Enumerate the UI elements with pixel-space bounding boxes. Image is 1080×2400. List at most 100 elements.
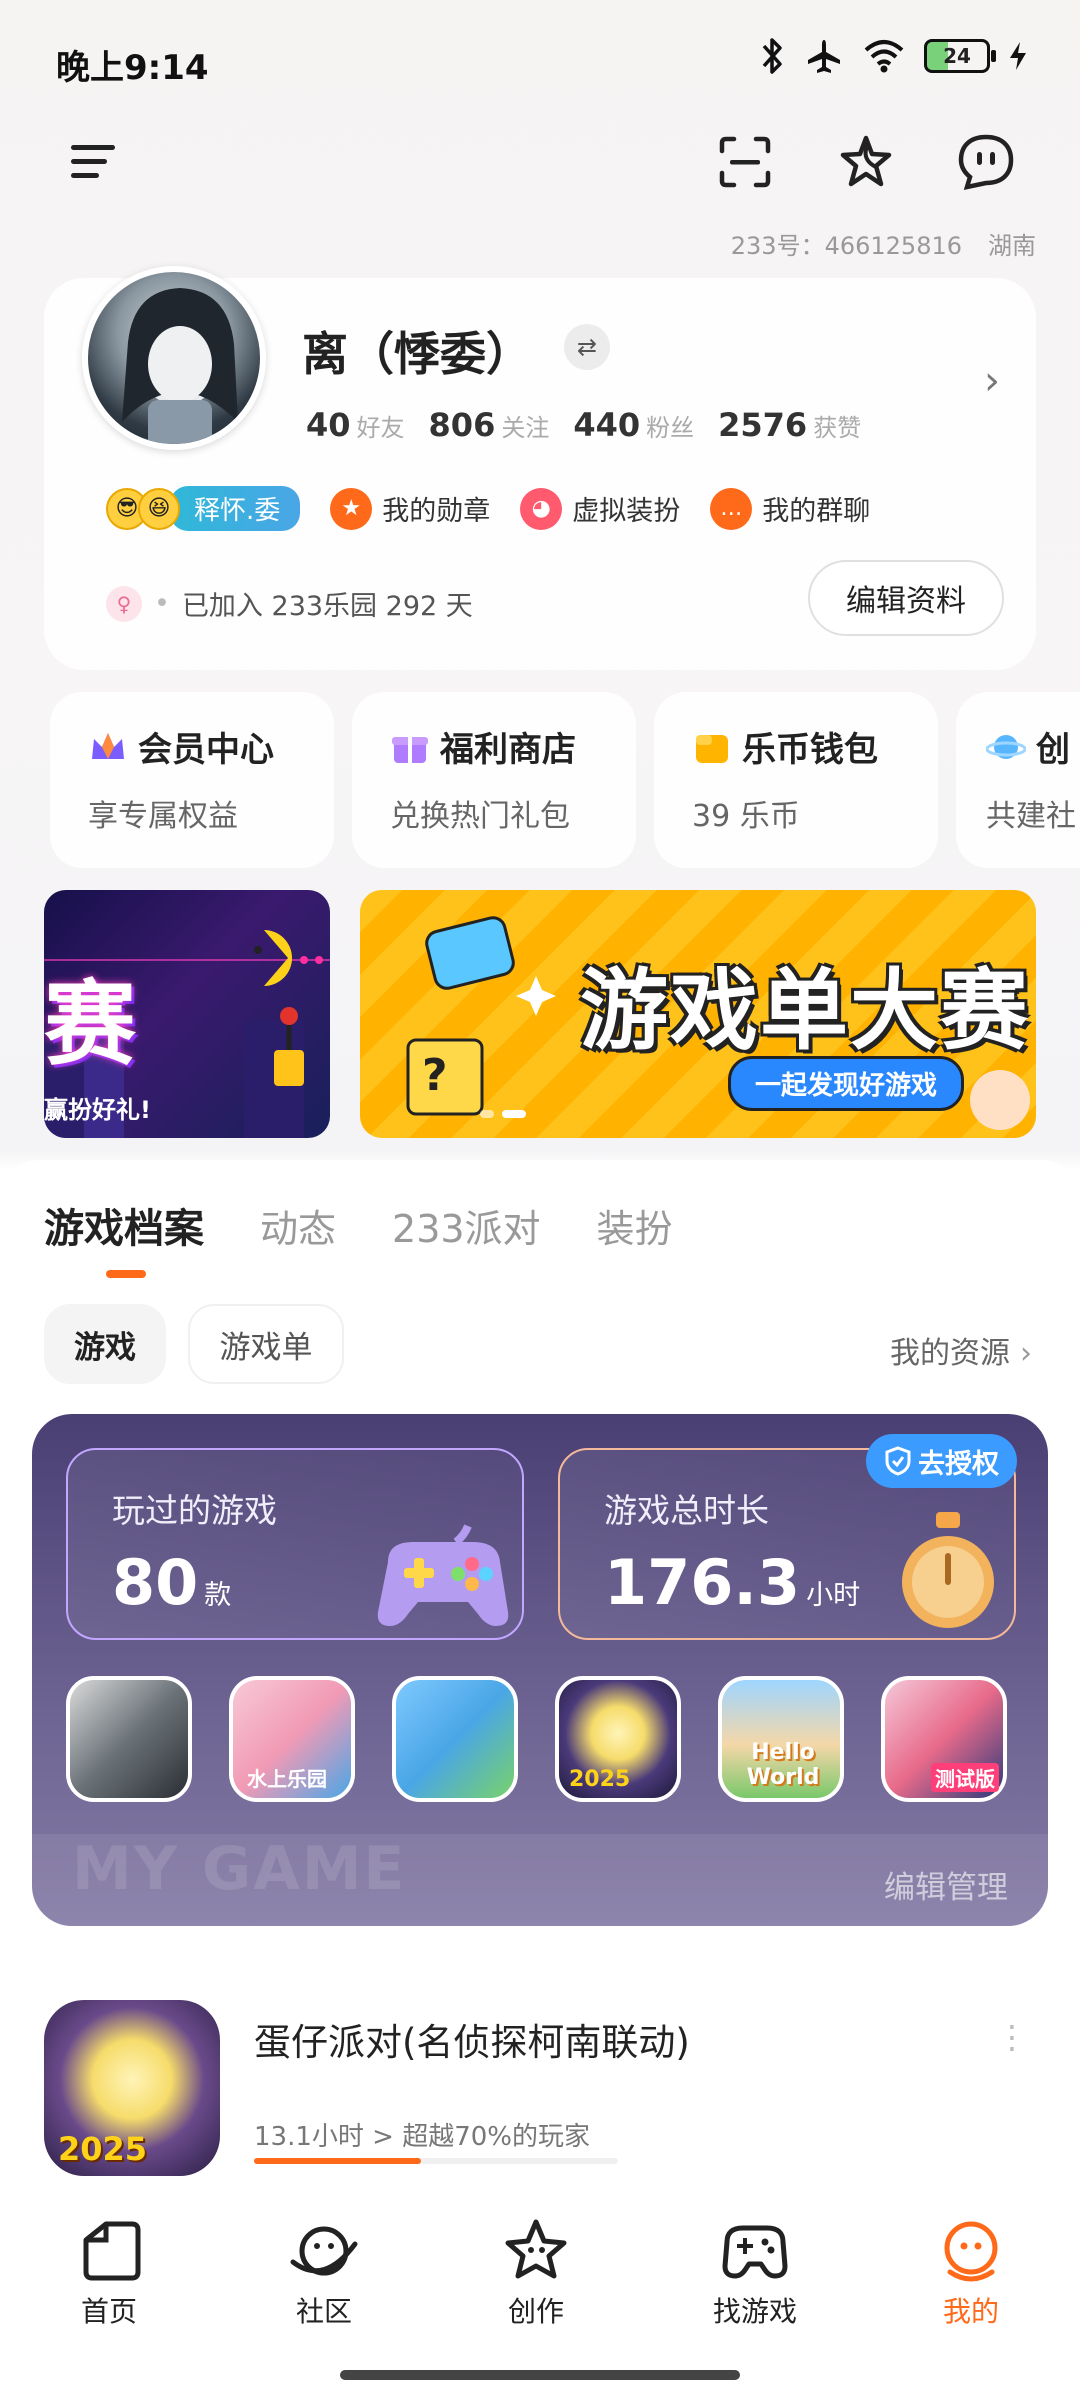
scan-button[interactable] (705, 122, 785, 202)
name-badge[interactable]: 😎 😆 释怀.委 (106, 486, 301, 531)
svg-text:?: ? (422, 1050, 448, 1101)
quick-link-label: 我的勋章 (382, 496, 491, 527)
nav-home[interactable]: 首页 (34, 2216, 184, 2330)
service-card-shop[interactable]: 福利商店 兑换热门礼包 (352, 692, 636, 868)
tab-costume[interactable]: 装扮 (597, 1198, 673, 1253)
home-icon (83, 2221, 141, 2281)
my-resources-link[interactable]: 我的资源 › (890, 1328, 1032, 1372)
chip-games[interactable]: 游戏 (44, 1304, 166, 1384)
quick-link-label: 我的群聊 (762, 496, 871, 527)
female-gender-icon: ♀ (106, 585, 142, 622)
active-tab-indicator (106, 1270, 146, 1278)
played-games-box[interactable]: 玩过的游戏 80 款 (66, 1448, 524, 1640)
status-icons: 24 (758, 36, 1028, 76)
menu-icon (71, 145, 115, 178)
community-planet-icon (290, 2226, 358, 2276)
tab-game-archive[interactable]: 游戏档案 (44, 1196, 204, 1254)
service-title: 乐币钱包 (742, 730, 878, 770)
service-title: 福利商店 (440, 730, 576, 770)
profile-tabs: 游戏档案 动态 233派对 装扮 (44, 1196, 673, 1254)
stat-value: 440 (573, 406, 641, 444)
smile-emoji-icon: 😆 (138, 487, 180, 530)
create-star-icon (505, 2219, 567, 2279)
edit-profile-button[interactable]: 编辑资料 (808, 560, 1004, 636)
account-id: 233号：466125816 (730, 232, 962, 260)
game-thumbnail[interactable] (392, 1676, 518, 1802)
badge-row: 😎 😆 释怀.委 ★ 我的勋章 ◕ 虚拟装扮 … 我的群聊 (106, 486, 870, 531)
banner-big-subtitle: 一起发现好游戏 (728, 1056, 965, 1111)
game-thumbnail[interactable] (66, 1676, 192, 1802)
messages-button[interactable] (946, 122, 1026, 202)
recent-game-progress (254, 2158, 618, 2164)
stopwatch-icon (902, 1512, 994, 1628)
chat-icon (958, 134, 1014, 190)
progress-fill (254, 2158, 422, 2164)
battery-level: 24 (943, 44, 971, 68)
play-time-value: 176.3 (604, 1546, 801, 1619)
event-banner-small[interactable]: 赛 赢扮好礼! (44, 890, 330, 1138)
profile-icon (944, 2221, 998, 2282)
shield-check-icon (885, 1446, 911, 1476)
tab-party[interactable]: 233派对 (392, 1198, 541, 1253)
nav-label: 创作 (507, 2295, 564, 2328)
avatar[interactable] (82, 266, 266, 450)
nav-me[interactable]: 我的 (896, 2216, 1046, 2330)
edit-manage-button[interactable]: 编辑管理 (884, 1862, 1008, 1907)
service-card-vip[interactable]: 会员中心 享专属权益 (50, 692, 334, 868)
stat-likes[interactable]: 2576 获赞 (718, 406, 861, 444)
switch-account-button[interactable]: ⇄ (564, 324, 610, 370)
switch-icon: ⇄ (576, 333, 598, 361)
game-thumbnail[interactable]: 2025 (555, 1676, 681, 1802)
dot-separator: • (154, 588, 170, 619)
game-thumbnail[interactable]: Hello World (718, 1676, 844, 1802)
medal-icon: ★ (330, 487, 373, 530)
game-thumbnail[interactable]: 水上乐园 (229, 1676, 355, 1802)
recent-game-icon[interactable]: 2025 (44, 2000, 220, 2176)
service-subtitle: 兑换热门礼包 (390, 799, 570, 834)
stat-following[interactable]: 806 关注 (429, 406, 550, 444)
more-options-icon[interactable]: ⋮ (996, 2018, 1028, 2056)
game-thumbnail-label: 水上乐园 (247, 1767, 327, 1791)
authorize-button[interactable]: 去授权 (866, 1434, 1017, 1488)
play-time-unit: 小时 (806, 1580, 861, 1611)
home-indicator[interactable] (340, 2370, 740, 2380)
account-info: 233号：466125816 湖南 (731, 226, 1036, 261)
battery-icon: 24 (924, 39, 996, 73)
profile-detail-chevron[interactable]: › (984, 358, 1000, 404)
gift-icon (392, 736, 428, 763)
nav-find-games[interactable]: 找游戏 (680, 2216, 830, 2330)
stat-fans[interactable]: 440 粉丝 (573, 406, 694, 444)
recent-game-title[interactable]: 蛋仔派对(名侦探柯南联动) (254, 2012, 690, 2066)
service-card-wallet[interactable]: 乐币钱包 39 乐币 (654, 692, 938, 868)
group-chat-link[interactable]: … 我的群聊 (710, 487, 871, 530)
stat-value: 40 (306, 406, 351, 444)
event-banner-game-list[interactable]: ? 游戏单大赛 一起发现好游戏 (360, 890, 1036, 1138)
stat-value: 2576 (718, 406, 808, 444)
recent-game-icon-label: 2025 (58, 2130, 148, 2168)
profile-card: 离（悸委） ⇄ › 40 好友 806 关注 440 粉丝 2576 获赞 😎 😆 释怀… (44, 266, 1036, 670)
cat-costume-icon: ◕ (520, 487, 563, 530)
stat-friends[interactable]: 40 好友 (306, 406, 405, 444)
nav-label: 找游戏 (712, 2295, 797, 2328)
nav-community[interactable]: 社区 (249, 2216, 399, 2330)
game-thumbnail[interactable]: 测试版 (881, 1676, 1007, 1802)
chip-game-lists[interactable]: 游戏单 (188, 1304, 344, 1384)
favorites-button[interactable] (826, 122, 906, 202)
menu-button[interactable] (54, 122, 134, 202)
my-medals-link[interactable]: ★ 我的勋章 (330, 487, 491, 530)
gamepad-3d-icon (377, 1524, 509, 1626)
quick-link-label: 虚拟装扮 (572, 496, 681, 527)
service-subtitle: 享专属权益 (88, 799, 238, 834)
service-card-create[interactable]: 创 共建社 (956, 692, 1080, 868)
tab-activity[interactable]: 动态 (260, 1198, 336, 1253)
avatar-image (122, 288, 238, 444)
wifi-icon (864, 40, 904, 73)
my-resources-label: 我的资源 (890, 1336, 1010, 1371)
nav-create[interactable]: 创作 (461, 2216, 611, 2330)
game-thumbnail-label: Hello World (746, 1740, 820, 1790)
nav-label: 首页 (80, 2295, 137, 2328)
panel-background-text: MY GAME (72, 1834, 407, 1904)
virtual-costume-link[interactable]: ◕ 虚拟装扮 (520, 487, 681, 530)
username: 离（悸委） (302, 327, 532, 381)
status-time: 晚上9:14 (56, 48, 209, 88)
